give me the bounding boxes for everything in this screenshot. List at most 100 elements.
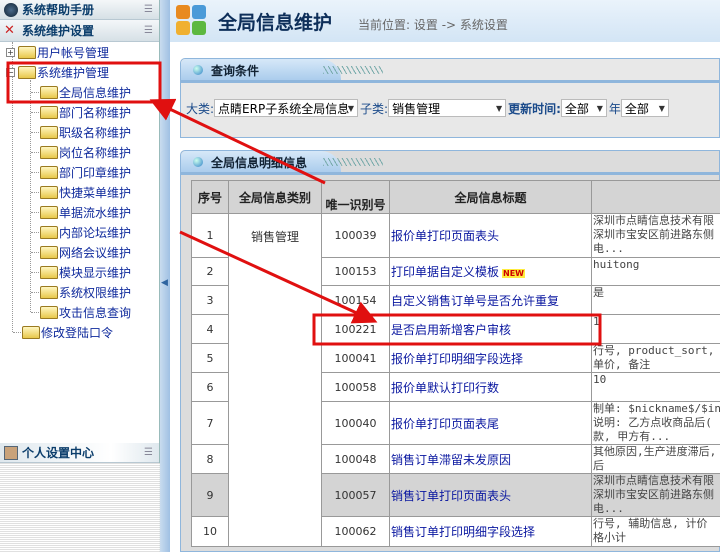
folder-icon — [22, 325, 40, 339]
row-number: 6 — [191, 372, 229, 402]
tree-item[interactable]: 系统权限维护 — [40, 283, 131, 301]
collapse-icon[interactable]: ☰ — [144, 447, 153, 458]
dropdown-arrow-icon: ▼ — [495, 103, 503, 113]
row-id: 100153 — [321, 257, 390, 286]
row-title-link[interactable]: 自定义销售订单号是否允许重复 — [389, 285, 592, 315]
bullet-icon — [193, 157, 203, 167]
row-id: 100057 — [321, 473, 390, 517]
tree-item-system-maintenance[interactable]: − 系统维护管理 — [6, 63, 109, 81]
folder-icon — [40, 305, 58, 319]
category-select[interactable]: 点睛ERP子系统全局信息 ▼ — [214, 99, 359, 117]
tree-item[interactable]: 全局信息维护 — [40, 83, 131, 101]
user-icon — [4, 445, 18, 460]
dropdown-arrow-icon: ▼ — [347, 103, 355, 113]
row-number: 10 — [191, 516, 229, 547]
bullet-icon — [193, 65, 203, 75]
subcategory-select[interactable]: 销售管理 ▼ — [388, 99, 507, 117]
system-settings-header[interactable]: ✕ 系统维护设置 ☰ — [0, 20, 159, 42]
row-value: 深圳市点睛信息技术有限 深圳市宝安区前进路东侧 电... — [591, 213, 720, 258]
tools-icon: ✕ — [4, 22, 15, 38]
folder-icon — [40, 85, 58, 99]
folder-icon — [40, 225, 58, 239]
folder-icon — [40, 245, 58, 259]
detail-panel: 全局信息明细信息 序号 全局信息类别 唯一识别号 全局信息标题 1 销售管理 10… — [180, 150, 720, 552]
tree-item-user-accounts[interactable]: + 用户帐号管理 — [6, 43, 109, 61]
tree-item[interactable]: 网络会议维护 — [40, 243, 131, 261]
tree-item[interactable]: 部门印章维护 — [40, 163, 131, 181]
folder-icon — [40, 105, 58, 119]
row-id: 100154 — [321, 285, 390, 315]
row-title-link[interactable]: 销售订单打印明细字段选择 — [389, 516, 592, 547]
row-value: 10 — [591, 372, 720, 402]
row-title-link[interactable]: 销售订单打印页面表头 — [389, 473, 592, 517]
tree-item[interactable]: 岗位名称维护 — [40, 143, 131, 161]
column-header-no[interactable]: 序号 — [191, 180, 229, 214]
folder-icon — [40, 125, 58, 139]
detail-tab: 全局信息明细信息 — [181, 151, 383, 173]
row-title-link[interactable]: 报价单默认打印行数 — [389, 372, 592, 402]
row-title-link[interactable]: 销售订单滞留未发原因 — [389, 444, 592, 474]
folder-icon — [18, 45, 36, 59]
folder-icon — [40, 265, 58, 279]
new-badge: NEW — [502, 269, 525, 278]
row-title-link[interactable]: 报价单打印页面表头 — [389, 213, 592, 258]
column-header-title[interactable]: 全局信息标题 — [389, 180, 592, 214]
tree-item[interactable]: 模块显示维护 — [40, 263, 131, 281]
column-header-value[interactable] — [591, 180, 720, 214]
tree-item[interactable]: 单据流水维护 — [40, 203, 131, 221]
tree-item-change-password[interactable]: 修改登陆口令 — [22, 323, 113, 341]
folder-open-icon — [18, 65, 36, 79]
dropdown-arrow-icon: ▼ — [658, 103, 665, 113]
row-number: 2 — [191, 257, 229, 286]
tree-item[interactable]: 快捷菜单维护 — [40, 183, 131, 201]
row-title-link[interactable]: 是否启用新增客户审核 — [389, 314, 592, 344]
table-row[interactable]: 1 销售管理 100039 报价单打印页面表头 深圳市点睛信息技术有限 深圳市宝安… — [191, 213, 720, 547]
help-manual-header[interactable]: 系统帮助手册 ☰ — [0, 0, 159, 20]
tree-item[interactable]: 攻击信息查询 — [40, 303, 131, 321]
tree-item[interactable]: 部门名称维护 — [40, 103, 131, 121]
row-value: 制单: $nickname$/$inpu 说明: 乙方点收商品后( 款, 甲方有… — [591, 401, 720, 445]
tree-item[interactable]: 内部论坛维护 — [40, 223, 131, 241]
row-title-link[interactable]: 打印单据自定义模板 NEW — [389, 257, 592, 286]
year-select[interactable]: 全部 ▼ — [560, 99, 607, 117]
row-number: 9 — [191, 473, 229, 517]
row-title-link[interactable]: 报价单打印明细字段选择 — [389, 343, 592, 373]
row-number: 8 — [191, 444, 229, 474]
personal-settings-body — [0, 463, 160, 552]
sidebar-splitter[interactable]: ◀ — [160, 0, 170, 552]
folder-icon — [40, 165, 58, 179]
expand-icon[interactable]: + — [6, 47, 15, 57]
row-id: 100048 — [321, 444, 390, 474]
row-number: 5 — [191, 343, 229, 373]
row-value: 其他原因,生产进度滞后, 后 — [591, 444, 720, 474]
collapse-left-icon[interactable]: ◀ — [161, 278, 168, 288]
category-cell: 销售管理 — [228, 213, 322, 547]
row-number: 1 — [191, 213, 229, 258]
folder-icon — [40, 285, 58, 299]
collapse-icon[interactable]: ☰ — [144, 25, 153, 36]
sidebar: 系统帮助手册 ☰ ✕ 系统维护设置 ☰ + 用户帐号管理 − 系统维护管理 全局信息维护部… — [0, 0, 160, 552]
month-select[interactable]: 全部 ▼ — [620, 99, 669, 117]
collapse-icon[interactable]: − — [6, 67, 15, 77]
row-number: 4 — [191, 314, 229, 344]
row-number: 7 — [191, 401, 229, 445]
column-header-category[interactable]: 全局信息类别 — [228, 180, 322, 214]
row-id: 100221 — [321, 314, 390, 344]
row-number: 3 — [191, 285, 229, 315]
collapse-icon[interactable]: ☰ — [144, 4, 153, 15]
folder-icon — [40, 205, 58, 219]
main-content: 全局信息维护 当前位置: 设置 -> 系统设置 查询条件 大类: 点睛ERP子系… — [170, 0, 720, 552]
global-info-table: 序号 全局信息类别 唯一识别号 全局信息标题 1 销售管理 100039 报价单打… — [191, 180, 720, 547]
app-logo-icon — [176, 5, 208, 37]
tree-item[interactable]: 职级名称维护 — [40, 123, 131, 141]
query-tab: 查询条件 — [181, 59, 383, 81]
query-panel: 查询条件 大类: 点睛ERP子系统全局信息 ▼ 子类: 销售管理 ▼ 更新时间: 全… — [180, 58, 720, 138]
row-value: 行号, 辅助信息, 计价 格小计 — [591, 516, 720, 547]
breadcrumb: 当前位置: 设置 -> 系统设置 — [358, 17, 508, 32]
page-title: 全局信息维护 — [218, 11, 333, 34]
column-header-id[interactable]: 唯一识别号 — [321, 180, 390, 214]
row-value: 1 — [591, 314, 720, 344]
row-title-link[interactable]: 报价单打印页面表尾 — [389, 401, 592, 445]
personal-settings-header[interactable]: 个人设置中心 ☰ — [0, 443, 159, 463]
page-header: 全局信息维护 当前位置: 设置 -> 系统设置 — [170, 0, 720, 42]
